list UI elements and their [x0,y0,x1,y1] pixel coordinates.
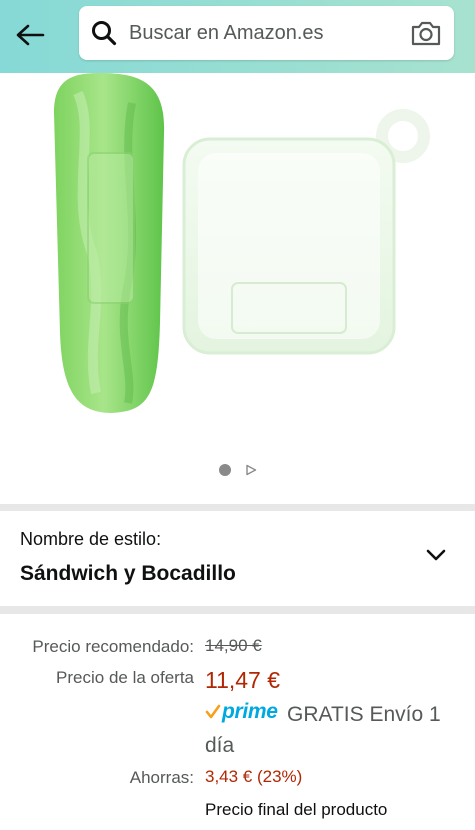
savings-value: 3,43 € (23%) [205,767,303,786]
section-divider [0,606,475,614]
image-carousel-indicator [0,460,475,480]
product-image[interactable] [0,73,475,493]
camera-icon[interactable] [410,19,442,47]
style-label: Nombre de estilo: [20,529,162,549]
search-input[interactable] [129,16,399,50]
top-bar [0,0,475,73]
magnifier-icon [92,21,117,46]
video-play-icon[interactable] [245,464,257,476]
style-selector[interactable]: Nombre de estilo: Sándwich y Bocadillo [0,511,475,606]
carousel-dot[interactable] [218,464,231,476]
savings-label: Ahorras: [129,768,194,787]
back-button[interactable] [12,17,48,53]
style-value: Sándwich y Bocadillo [20,562,236,585]
section-divider [0,504,475,511]
deal-price: 11,47 € [205,667,281,693]
arrow-left-icon [16,24,45,46]
shipping-text: GRATIS Envío 1 día [205,703,441,757]
search-bar[interactable] [79,6,454,60]
final-price-note: Precio final del producto [205,800,388,819]
deal-price-label: Precio de la oferta [56,668,194,687]
list-price: 14,90 € [205,636,262,655]
list-price-label: Precio recomendado: [32,637,194,656]
chevron-down-icon[interactable] [425,544,447,566]
